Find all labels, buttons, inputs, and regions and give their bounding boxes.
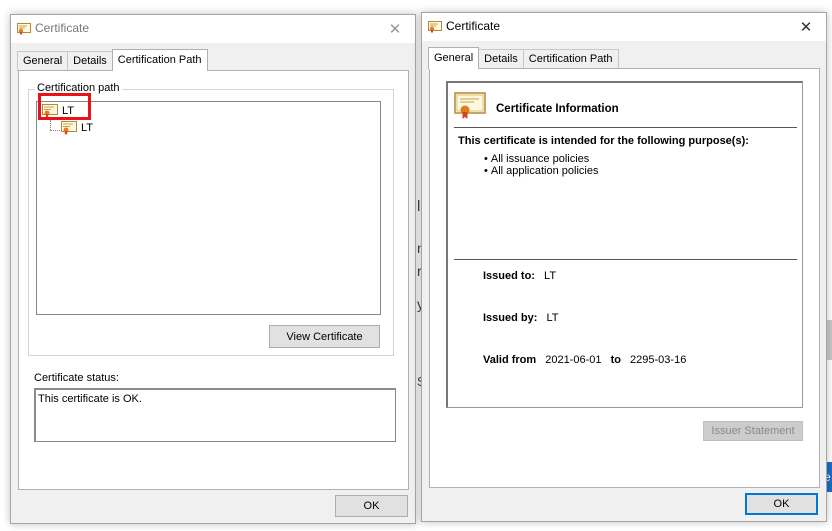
close-icon: ✕ (799, 19, 813, 36)
certificate-status-text: This certificate is OK. (38, 393, 142, 405)
valid-from-label: Valid from (483, 354, 537, 366)
certificate-icon (454, 92, 486, 119)
divider (454, 127, 797, 128)
certificate-status-label: Certificate status: (34, 372, 119, 384)
tab-strip: General Details Certification Path (17, 49, 208, 71)
purpose-list: All issuance policies All application po… (484, 153, 599, 177)
close-icon: ✕ (388, 21, 402, 38)
purpose-heading: This certificate is intended for the fol… (458, 135, 749, 147)
certificate-information-panel: Certificate Information This certificate… (446, 81, 803, 408)
purpose-item: All issuance policies (484, 153, 598, 165)
issued-by-value: LT (546, 312, 559, 324)
issuer-statement-button[interactable]: Issuer Statement (703, 421, 803, 441)
tree-item-label: LT (81, 122, 94, 134)
certificate-icon (428, 21, 442, 33)
tab-details[interactable]: Details (478, 49, 524, 69)
title-bar[interactable]: Certificate ✕ (11, 15, 415, 43)
right-certificate-window: Certificate ✕ General Details Certificat… (421, 12, 827, 522)
tree-item-child[interactable]: LT (61, 121, 93, 135)
close-button[interactable]: ✕ (375, 15, 415, 43)
certification-path-group: Certification path LT LT View Certificat… (28, 82, 394, 356)
tab-panel: Certificate Information This certificate… (429, 68, 820, 488)
tree-connector (50, 120, 51, 130)
certificate-information-heading: Certificate Information (496, 103, 619, 115)
valid-from-value: 2021-06-01 (545, 354, 602, 366)
window-title: Certificate (446, 19, 501, 33)
tab-panel: Certification path LT LT View Certificat… (18, 70, 409, 490)
close-button[interactable]: ✕ (786, 13, 826, 41)
certificate-icon (61, 121, 77, 135)
issued-to-label: Issued to: (483, 270, 535, 282)
ok-button[interactable]: OK (745, 493, 818, 515)
tab-strip: General Details Certification Path (428, 47, 619, 69)
certification-path-tree[interactable]: LT LT (36, 101, 381, 315)
left-certificate-window: Certificate ✕ General Details Certificat… (10, 14, 416, 524)
background-text-fragment: l (417, 198, 421, 215)
issued-to-row: Issued to: LT (483, 270, 556, 282)
view-certificate-button[interactable]: View Certificate (269, 325, 380, 348)
valid-to-value: 2295-03-16 (630, 354, 687, 366)
tree-connector (50, 130, 60, 131)
certificate-status-box[interactable]: This certificate is OK. (34, 388, 396, 442)
purpose-item: All application policies (484, 165, 599, 177)
certificate-icon (17, 23, 31, 35)
divider (454, 259, 797, 260)
issued-to-value: LT (544, 270, 557, 282)
ok-button[interactable]: OK (335, 495, 408, 517)
tab-certification-path[interactable]: Certification Path (522, 49, 619, 69)
valid-to-label: to (610, 354, 621, 366)
title-bar[interactable]: Certificate ✕ (422, 13, 826, 41)
tab-certification-path[interactable]: Certification Path (111, 49, 208, 71)
highlight-box (38, 93, 91, 120)
issued-by-label: Issued by: (483, 312, 538, 324)
issued-by-row: Issued by: LT (483, 312, 559, 324)
tab-general[interactable]: General (17, 51, 69, 71)
tab-general[interactable]: General (428, 47, 480, 69)
tab-details[interactable]: Details (67, 51, 113, 71)
window-title: Certificate (35, 21, 90, 35)
validity-row: Valid from 2021-06-01 to 2295-03-16 (483, 354, 686, 366)
